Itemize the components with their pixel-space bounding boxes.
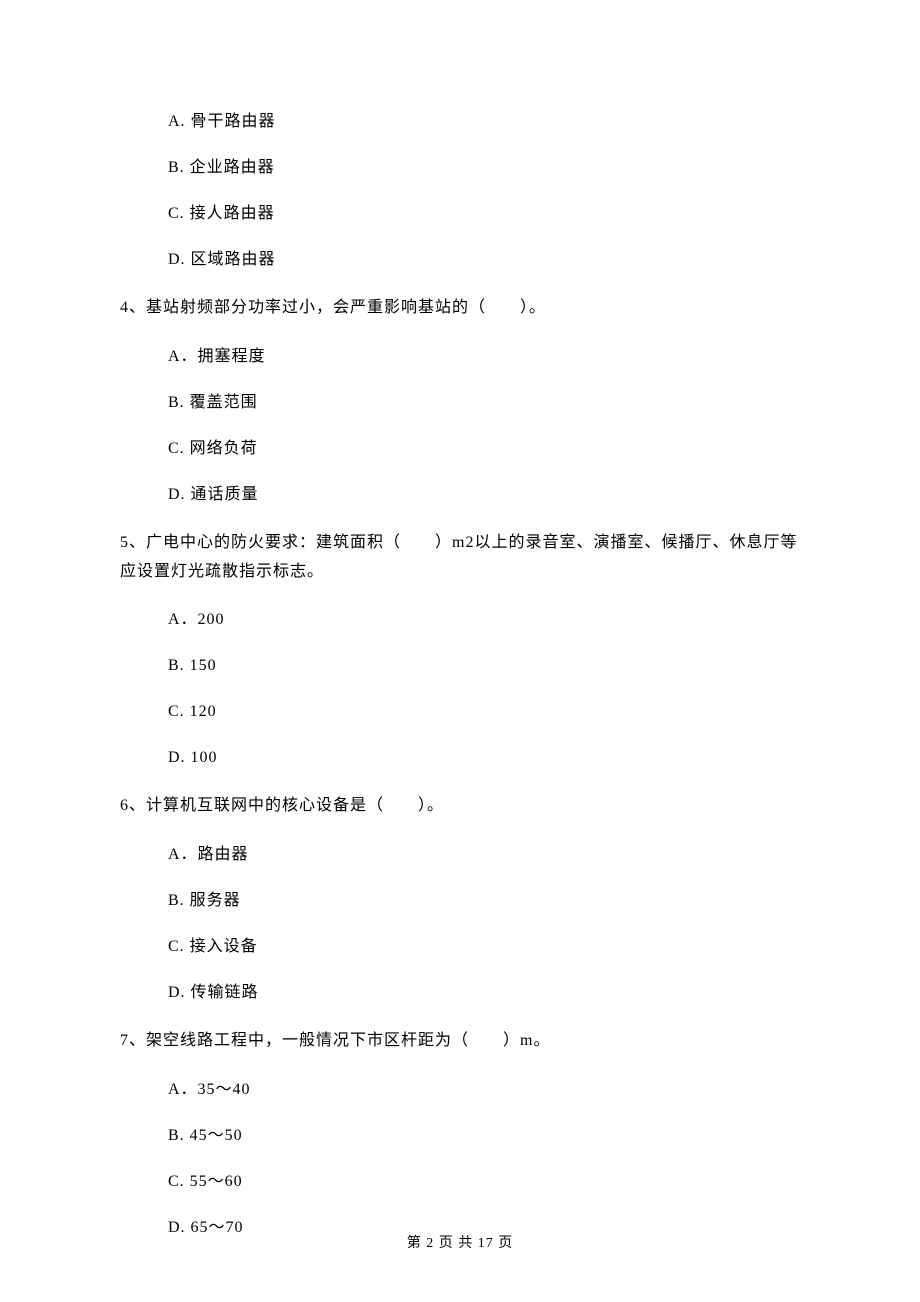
option-d: D. 100 xyxy=(120,746,800,770)
option-c: C. 接入设备 xyxy=(120,935,800,959)
page-footer: 第 2 页 共 17 页 xyxy=(0,1233,920,1254)
option-c: C. 120 xyxy=(120,700,800,724)
question-5-options: A．200 B. 150 C. 120 D. 100 xyxy=(120,608,800,770)
option-b: B. 覆盖范围 xyxy=(120,391,800,415)
option-d: D. 传输链路 xyxy=(120,981,800,1005)
option-a: A．35～40 xyxy=(120,1078,800,1102)
option-a: A．200 xyxy=(120,608,800,632)
option-d: D. 区域路由器 xyxy=(120,248,800,272)
option-c: C. 55～60 xyxy=(120,1170,800,1194)
question-6-text: 6、计算机互联网中的核心设备是（ ）。 xyxy=(120,792,800,821)
question-4-options: A．拥塞程度 B. 覆盖范围 C. 网络负荷 D. 通话质量 xyxy=(120,345,800,507)
option-c: C. 接人路由器 xyxy=(120,202,800,226)
option-b: B. 150 xyxy=(120,654,800,678)
option-c: C. 网络负荷 xyxy=(120,437,800,461)
option-d: D. 通话质量 xyxy=(120,483,800,507)
question-3-options: A. 骨干路由器 B. 企业路由器 C. 接人路由器 D. 区域路由器 xyxy=(120,110,800,272)
option-b: B. 服务器 xyxy=(120,889,800,913)
page-content: A. 骨干路由器 B. 企业路由器 C. 接人路由器 D. 区域路由器 4、基站… xyxy=(0,0,920,1240)
question-6-options: A．路由器 B. 服务器 C. 接入设备 D. 传输链路 xyxy=(120,843,800,1005)
option-b: B. 企业路由器 xyxy=(120,156,800,180)
option-a: A．拥塞程度 xyxy=(120,345,800,369)
question-7-options: A．35～40 B. 45～50 C. 55～60 D. 65～70 xyxy=(120,1078,800,1240)
option-b: B. 45～50 xyxy=(120,1124,800,1148)
option-a: A. 骨干路由器 xyxy=(120,110,800,134)
question-5-text: 5、广电中心的防火要求：建筑面积（ ）m2以上的录音室、演播室、候播厅、休息厅等… xyxy=(120,529,800,587)
question-4-text: 4、基站射频部分功率过小，会严重影响基站的（ ）。 xyxy=(120,294,800,323)
question-7-text: 7、架空线路工程中，一般情况下市区杆距为（ ）m。 xyxy=(120,1027,800,1056)
option-a: A．路由器 xyxy=(120,843,800,867)
